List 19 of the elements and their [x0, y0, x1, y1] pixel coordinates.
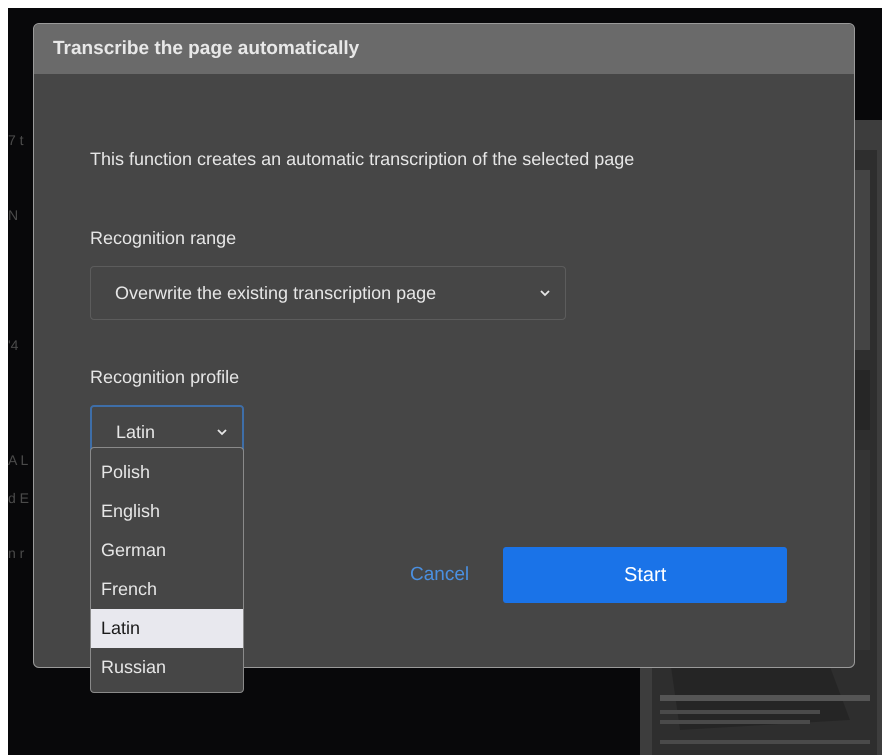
background-text: '4: [8, 336, 20, 355]
dropdown-option[interactable]: English: [91, 492, 243, 531]
dropdown-option[interactable]: German: [91, 531, 243, 570]
background-text: A L: [8, 451, 30, 470]
dropdown-option[interactable]: Russian: [91, 648, 243, 687]
field-label: Recognition range: [90, 227, 238, 250]
chevron-down-icon: [539, 289, 551, 297]
background-text: 7 t: [8, 131, 25, 150]
dropdown-option[interactable]: French: [91, 570, 243, 609]
field-label: Recognition profile: [90, 366, 240, 389]
background-text: n r: [8, 544, 26, 563]
description-text: This function creates an automatic transcription of the selected page: [90, 148, 636, 171]
select-field[interactable]: Overwrite the existing transcription page: [90, 266, 566, 320]
background-text: d E: [8, 489, 30, 508]
background-text: N: [8, 206, 20, 225]
dropdown-option[interactable]: Latin: [91, 609, 243, 648]
start-button[interactable]: Start: [503, 547, 788, 603]
chevron-down-icon: [216, 428, 228, 436]
dialog-title: Transcribe the page automatically: [53, 36, 360, 61]
